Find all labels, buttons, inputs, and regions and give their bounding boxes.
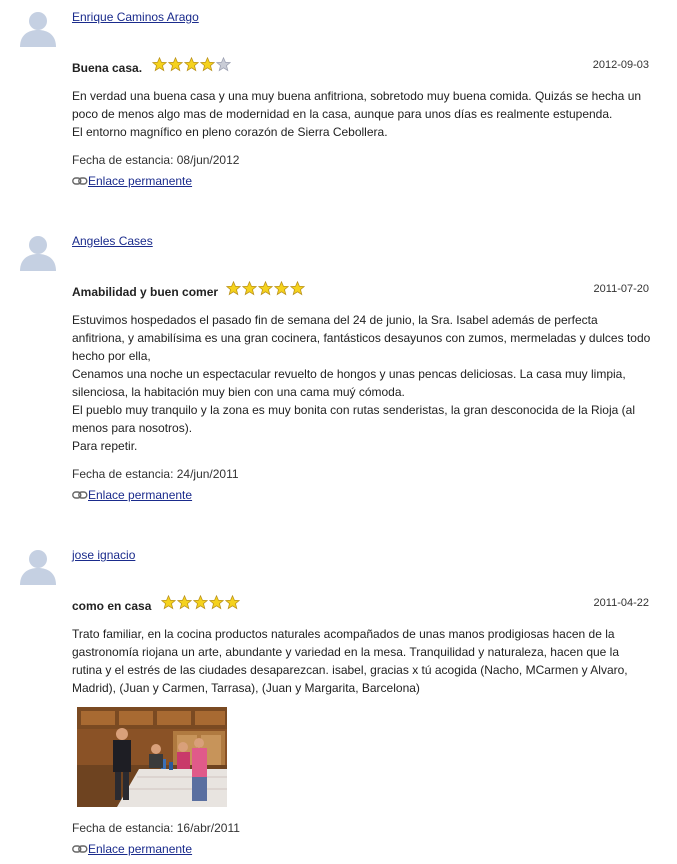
review-header: como en casa 2011-04-22 (72, 595, 649, 615)
review-paragraph: Trato familiar, en la cocina productos n… (72, 627, 628, 695)
star-filled-icon (209, 595, 224, 610)
permalink[interactable]: Enlace permanente (72, 842, 192, 856)
star-filled-icon (161, 595, 176, 610)
author-link[interactable]: Angeles Cases (72, 234, 153, 248)
review-title: Amabilidad y buen comer (72, 285, 219, 299)
star-filled-icon (290, 281, 305, 296)
permalink[interactable]: Enlace permanente (72, 488, 192, 502)
review-title: como en casa (72, 599, 152, 613)
review-paragraph: El pueblo muy tranquilo y la zona es muy… (72, 403, 635, 435)
review-header: Amabilidad y buen comer 2011-07-20 (72, 281, 649, 301)
review-date: 2012-09-03 (592, 59, 649, 71)
user-avatar-icon (20, 550, 56, 585)
star-filled-icon (274, 281, 289, 296)
review-photo[interactable] (77, 707, 227, 807)
chain-link-icon (72, 845, 88, 853)
star-rating (152, 57, 231, 72)
author-link[interactable]: jose ignacio (72, 548, 135, 562)
review-title: Buena casa. (72, 61, 143, 75)
review-date: 2011-07-20 (593, 283, 649, 295)
review-header: Buena casa. 2012-09-03 (72, 57, 649, 77)
star-rating (161, 595, 240, 610)
star-filled-icon (168, 57, 183, 72)
review-paragraph: Cenamos una noche un espectacular revuel… (72, 367, 626, 399)
star-filled-icon (184, 57, 199, 72)
stay-date: Fecha de estancia: 08/jun/2012 (72, 153, 240, 167)
star-filled-icon (152, 57, 167, 72)
star-filled-icon (258, 281, 273, 296)
stay-date: Fecha de estancia: 24/jun/2011 (72, 467, 239, 481)
review-date: 2011-04-22 (593, 597, 649, 609)
permalink-link[interactable]: Enlace permanente (88, 842, 192, 856)
star-filled-icon (177, 595, 192, 610)
chain-link-icon (72, 177, 88, 185)
chain-link-icon (72, 491, 88, 499)
star-filled-icon (193, 595, 208, 610)
permalink-link[interactable]: Enlace permanente (88, 488, 192, 502)
star-filled-icon (225, 595, 240, 610)
stay-date: Fecha de estancia: 16/abr/2011 (72, 821, 240, 835)
star-filled-icon (200, 57, 215, 72)
user-avatar-icon (20, 12, 56, 47)
permalink-link[interactable]: Enlace permanente (88, 174, 192, 188)
review-paragraph: El entorno magnífico en pleno corazón de… (72, 125, 388, 139)
review-paragraph: Estuvimos hospedados el pasado fin de se… (72, 313, 651, 363)
review-paragraph: En verdad una buena casa y una muy buena… (72, 89, 642, 121)
review-paragraph: Para repetir. (72, 439, 138, 453)
star-filled-icon (242, 281, 257, 296)
user-avatar-icon (20, 236, 56, 271)
star-filled-icon (226, 281, 241, 296)
author-link[interactable]: Enrique Caminos Arago (72, 10, 199, 24)
review-body: Estuvimos hospedados el pasado fin de se… (72, 311, 652, 455)
review-body: Trato familiar, en la cocina productos n… (72, 625, 652, 697)
star-empty-icon (216, 57, 231, 72)
review-body: En verdad una buena casa y una muy buena… (72, 87, 652, 141)
permalink[interactable]: Enlace permanente (72, 174, 192, 188)
star-rating (226, 281, 305, 296)
